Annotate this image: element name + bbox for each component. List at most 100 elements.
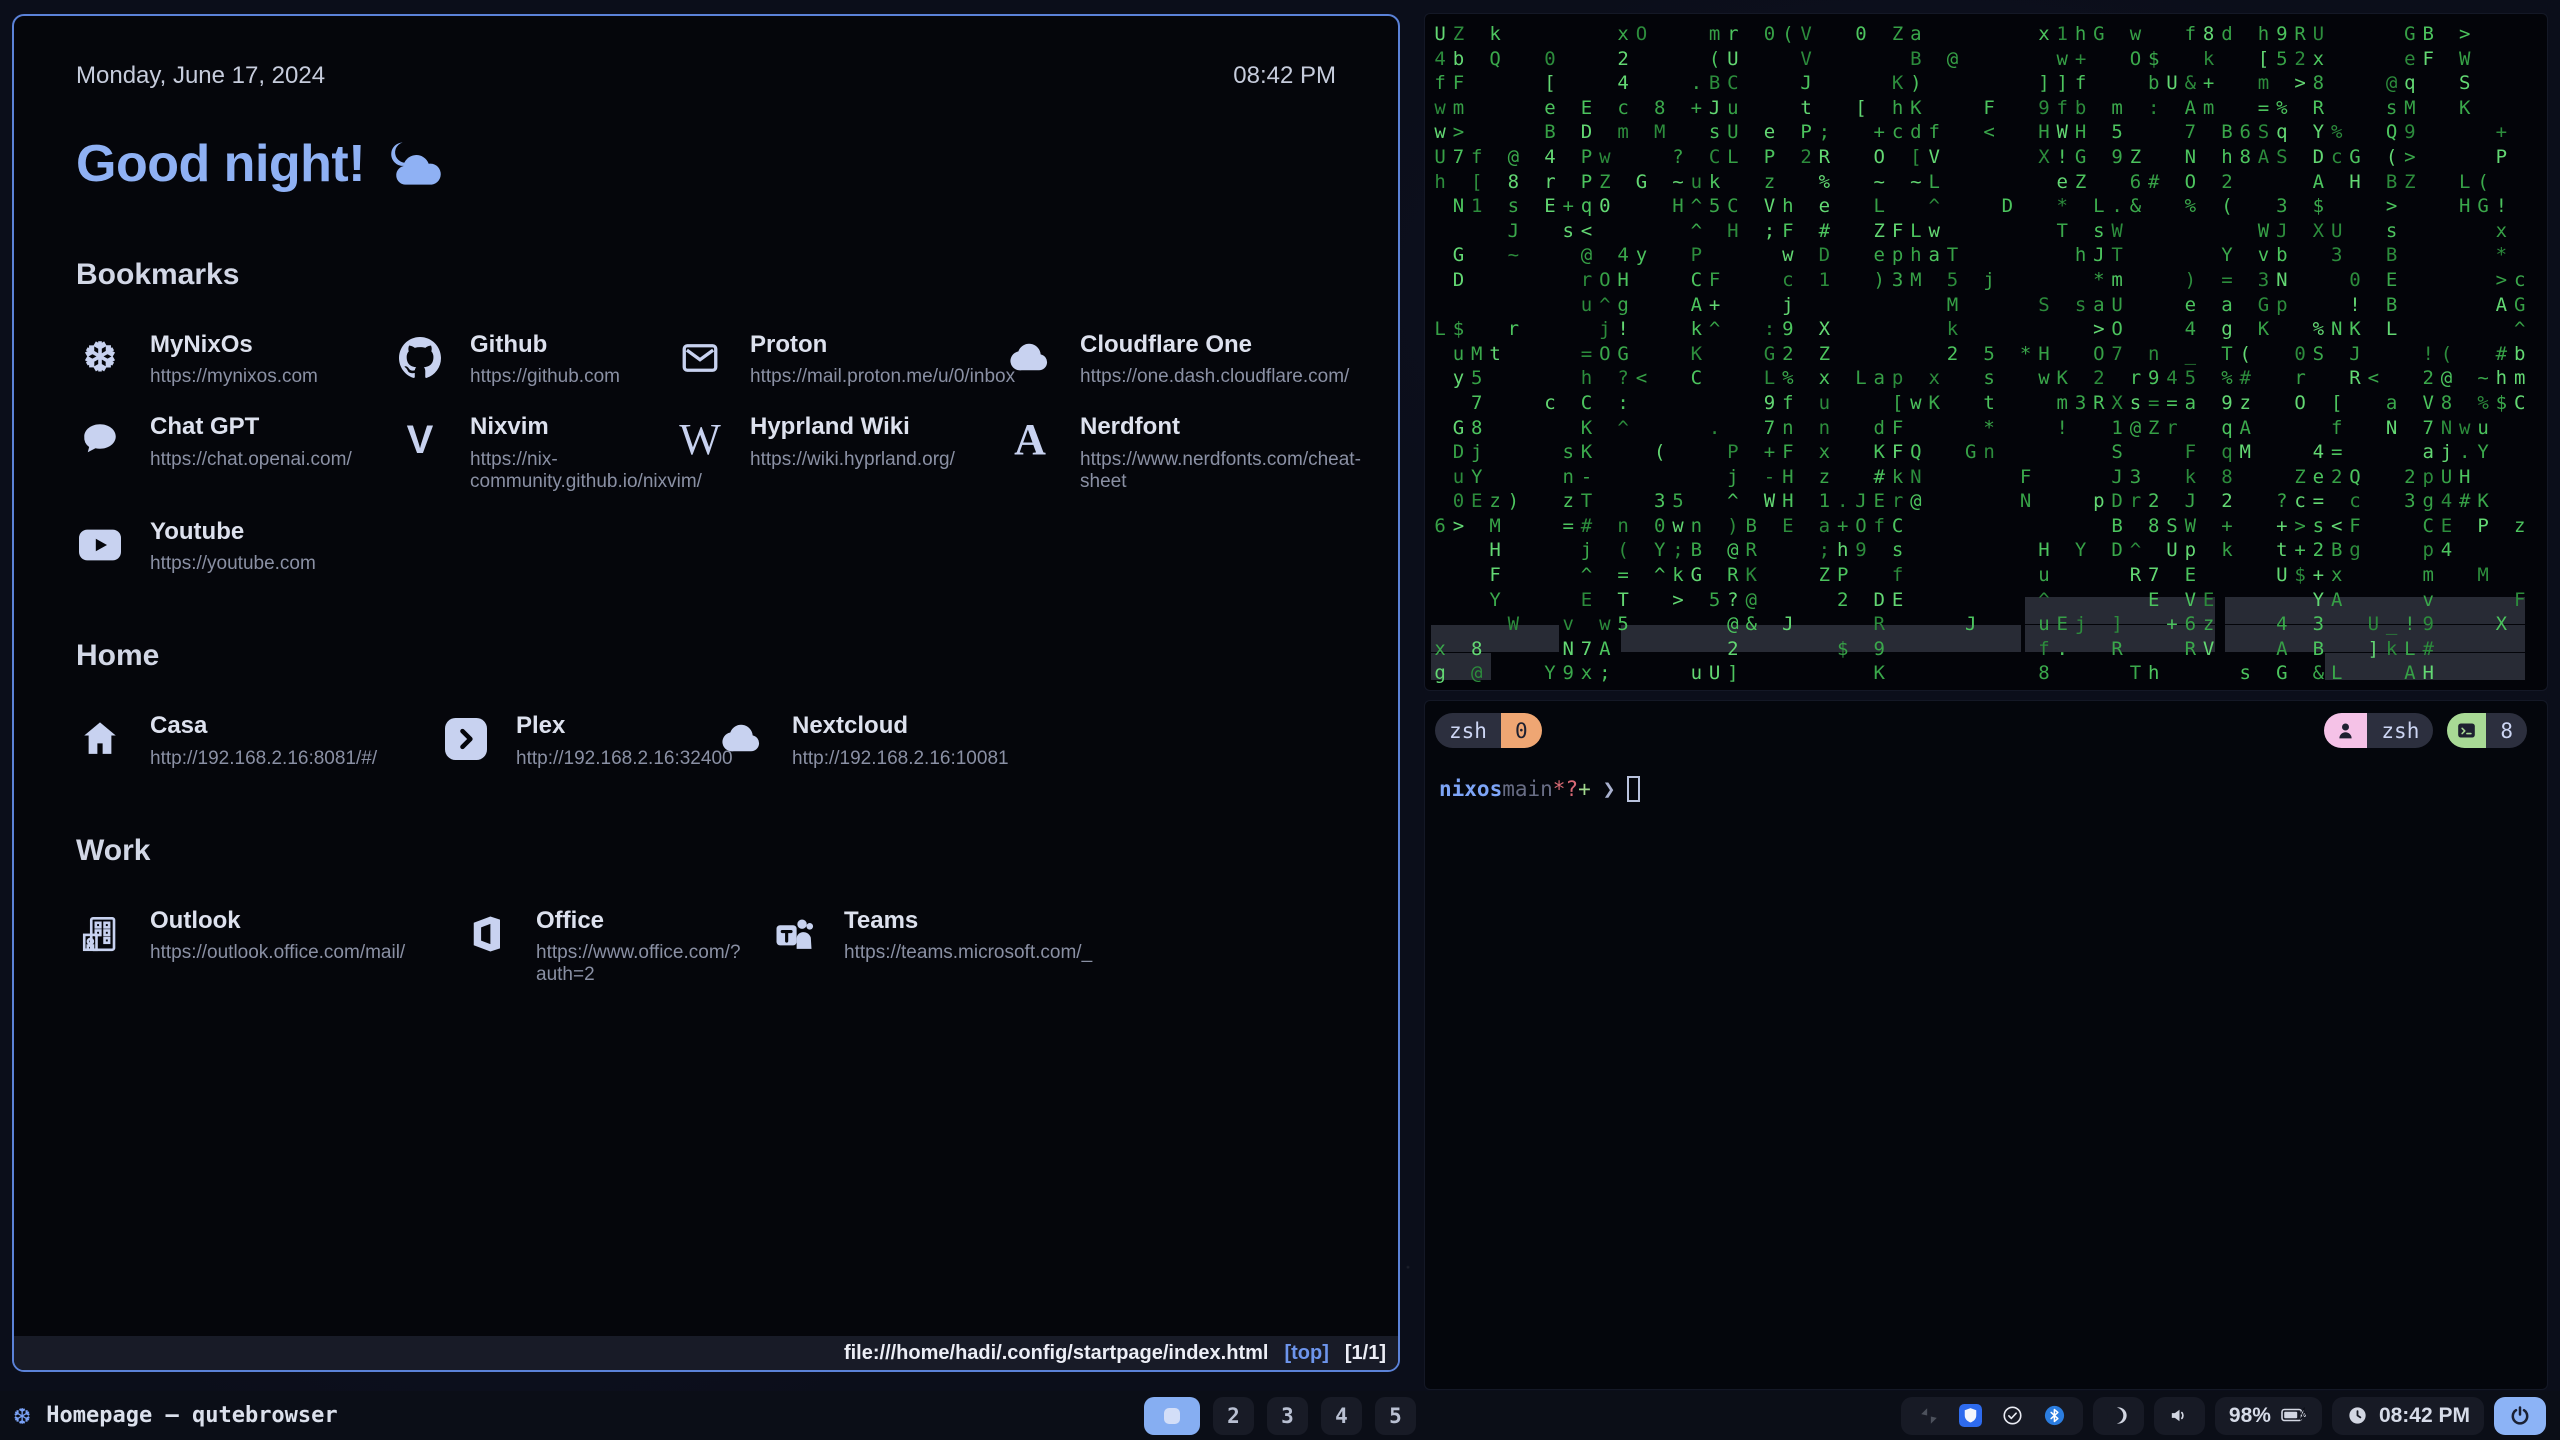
matrix-rain-row: N1 s E+q0 H^5C Vh e L ^ D * L.& % ( 3 $ … [1431,194,2541,219]
power-button[interactable] [2494,1397,2546,1435]
bookmark-link[interactable]: Casahttp://192.168.2.16:8081/#/ [76,713,442,769]
bookmark-link[interactable]: Outlook https://outlook.office.com/mail/ [76,908,462,986]
tmux-window-pill[interactable]: zsh 0 [1435,713,1542,748]
wikipedia-icon: W [676,416,724,464]
section-home: HomeCasahttp://192.168.2.16:8081/#/Plexh… [76,639,1336,769]
bookmark-url: https://chat.openai.com/ [150,449,352,471]
bookmark-link[interactable]: Officehttps://www.office.com/?auth=2 [462,908,770,986]
bookmark-url: https://www.office.com/?auth=2 [536,942,770,986]
section-bookmarks: Bookmarks❆MyNixOshttps://mynixos.comGith… [76,258,1336,575]
clock-module[interactable]: 08:42 PM [2332,1397,2484,1435]
shield-icon[interactable] [1959,1404,1982,1427]
bookmark-url: https://one.dash.cloudflare.com/ [1080,366,1349,388]
bookmark-url: https://github.com [470,366,620,388]
plex-icon [442,715,490,763]
bookmark-link[interactable]: Protonhttps://mail.proton.me/u/0/inbox [676,332,1006,388]
matrix-rain-row: D rOH CF c 1 )3M 5 j *m ) = 3N 0 E >c [1431,268,2541,293]
bookmark-link[interactable]: VNixvimhttps://nix-community.github.io/n… [396,414,676,492]
night-light-icon [2107,1404,2130,1427]
bookmark-link[interactable]: Youtube https://youtube.com [76,519,396,575]
matrix-rain-row: Dj sK ( P +F x KFQ Gn S F qM 4= aj.Y [1431,440,2541,465]
bookmark-link[interactable]: WHyprland Wikihttps://wiki.hyprland.org/ [676,414,1006,492]
bookmark-link[interactable]: Github https://github.com [396,332,676,388]
cloud-icon [718,715,766,763]
volume-module[interactable] [2154,1397,2205,1435]
night-light-module[interactable] [2093,1397,2144,1435]
bookmark-url: https://mynixos.com [150,366,318,388]
bookmark-link[interactable]: ❆MyNixOshttps://mynixos.com [76,332,396,388]
greeting-text: Good night! [76,134,365,194]
bookmark-name: Chat GPT [150,414,352,440]
matrix-rain-row: 4b Q 0 2 (U V B @ w+ O$ k [52x eF W [1431,47,2541,72]
time-text: 08:42 PM [1233,62,1336,90]
tmux-user-label: zsh [2367,713,2433,748]
bookmark-link[interactable]: ANerdfonthttps://www.nerdfonts.com/cheat… [1006,414,1361,492]
tmux-session-pill: 8 [2447,713,2527,748]
workspace-3[interactable]: 3 [1267,1397,1308,1435]
qutebrowser-statusbar: file:///home/hadi/.config/startpage/inde… [14,1336,1398,1370]
bookmark-link[interactable]: Plexhttp://192.168.2.16:32400 [442,713,718,769]
date-text: Monday, June 17, 2024 [76,62,325,90]
sync-arrows-icon[interactable] [1918,1405,1940,1427]
battery-module[interactable]: 98% [2215,1397,2322,1435]
matrix-rain-row: w> B D m M sU e P; +cdf < HWH 5 7 B6Sq Y… [1431,120,2541,145]
bookmark-url: https://youtube.com [150,553,316,575]
bookmark-name: Nerdfont [1080,414,1361,440]
workspace-2[interactable]: 2 [1213,1397,1254,1435]
vim-icon: V [396,416,444,464]
clock-text: 08:42 PM [2379,1404,2470,1428]
terminal-cursor [1627,776,1640,802]
power-icon [2508,1404,2532,1428]
matrix-rain-row: G8 K ^ . 7n n dF * ! 1@Zr qA f N 7Nwu [1431,416,2541,441]
bookmark-url: https://wiki.hyprland.org/ [750,449,955,471]
statusbar-tab-count: [1/1] [1345,1342,1386,1365]
matrix-rain-row: 6> M =# n 0wn )B E a+OfC B 8SW + +>s<F C… [1431,514,2541,539]
section-title: Bookmarks [76,258,1336,292]
bookmark-name: Youtube [150,519,316,545]
tmux-window-index: 0 [1501,713,1542,748]
section-title: Work [76,834,1336,868]
matrix-rain-row: Y E T > 5?@ 2 DE ^ E VE YA v F [1431,588,2541,613]
matrix-rain-row: wm e E c 8 +Ju t [ hK F 9fb m : Am =% R … [1431,96,2541,121]
bookmark-link[interactable]: Cloudflare One https://one.dash.cloudflar… [1006,332,1361,388]
matrix-rain-row: UZ k xO mr 0(V 0 Za x1hG w f8d h9RU GB > [1431,22,2541,47]
workspace-4[interactable]: 4 [1321,1397,1362,1435]
matrix-rain-row: U7f @ 4 Pw ? CL P 2R O [V X!G 9Z N h8AS … [1431,145,2541,170]
matrix-rain-row: h [ 8 r PZ G ~uk z % ~ ~L eZ 6# O 2 A H … [1431,170,2541,195]
bookmark-name: Plex [516,713,733,739]
bookmark-name: Cloudflare One [1080,332,1349,358]
matrix-rain-row: fF [ 4 .BC J K) ]]f bU&+ m >8 @q S [1431,71,2541,96]
battery-percent: 98% [2229,1404,2271,1428]
workspace-1-active[interactable] [1144,1397,1200,1435]
tmux-session-label: 8 [2486,713,2527,748]
workspaces: 2345 [1144,1397,1416,1435]
bookmark-name: Outlook [150,908,405,934]
bookmark-link[interactable]: Teamshttps://teams.microsoft.com/_ [770,908,1336,986]
youtube-icon [76,521,124,569]
matrix-rain-row: g @ Y9x; uU] K 8 Th s G &L AH [1431,661,2541,686]
matrix-rain-row: u^g A+ j M S saU e a Gp ! B AG [1431,293,2541,318]
startpage-sections: Bookmarks❆MyNixOshttps://mynixos.comGith… [76,258,1336,986]
terminal-matrix-window[interactable]: UZ k xO mr 0(V 0 Za x1hG w f8d h9RU GB >… [1424,13,2548,691]
tmux-user-pill: zsh [2324,713,2433,748]
waybar: ❆ Homepage — qutebrowser 2345 98% [0,1391,2560,1440]
matrix-rain-row: L$ r j! k^ :9 X k >O 4 g K %NK L ^ [1431,317,2541,342]
active-window-title: Homepage — qutebrowser [46,1403,337,1428]
workspace-5[interactable]: 5 [1375,1397,1416,1435]
chat-icon [76,416,124,464]
bookmark-link[interactable]: Nextcloudhttp://192.168.2.16:10081 [718,713,1336,769]
terminal-shell-window[interactable]: zsh 0 zsh 8 nixos main *? + ❯ [1424,700,2548,1390]
waybar-window-title-module: ❆ Homepage — qutebrowser [14,1402,338,1429]
bookmark-name: Proton [750,332,1015,358]
tmux-window-name: zsh [1435,713,1501,748]
tmux-statusbar: zsh 0 zsh 8 [1425,701,2547,748]
bookmark-name: Github [470,332,620,358]
matrix-rain-row: W v w5 @& J R J uEj ] +6z 4 3 U_!9 X [1431,612,2541,637]
bookmark-url: https://outlook.office.com/mail/ [150,942,405,964]
matrix-rain-row: uY n- j -H z #kN F J3 k 8 Ze2Q 2pUH [1431,465,2541,490]
bluetooth-icon[interactable] [2043,1404,2066,1427]
check-circle-icon[interactable] [2001,1404,2024,1427]
bookmark-link[interactable]: Chat GPT https://chat.openai.com/ [76,414,396,492]
github-icon [396,334,444,382]
clock-icon [2346,1404,2369,1427]
